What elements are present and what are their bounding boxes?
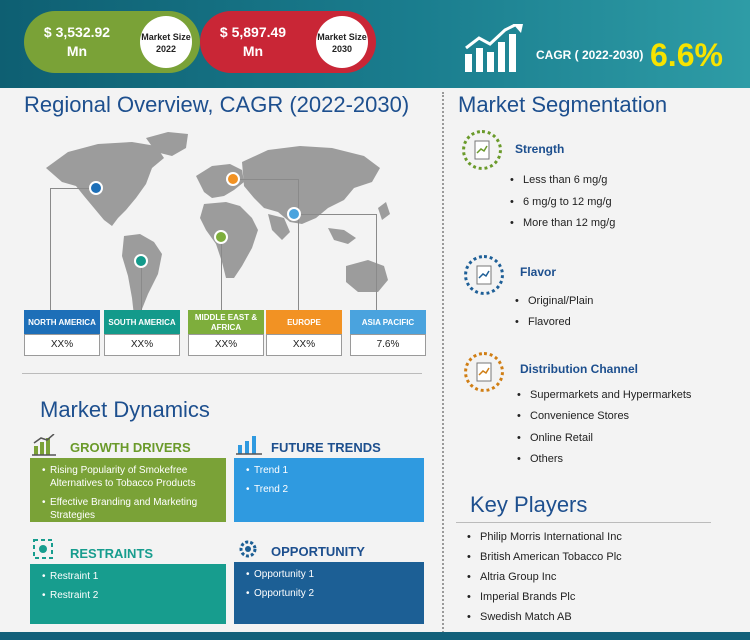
market-segmentation-title: Market Segmentation [458, 92, 668, 117]
region-name: MIDDLE EAST & AFRICA [188, 310, 264, 334]
regional-overview-title: Regional Overview, CAGR (2022-2030) [24, 92, 410, 117]
segment-item: Flavored [515, 316, 571, 328]
restraints-heading: RESTRAINTS [70, 546, 154, 561]
leader-line [376, 214, 377, 310]
region-value: XX% [188, 334, 264, 356]
cagr-label: CAGR ( 2022-2030) [536, 48, 644, 62]
segment-item: Others [517, 453, 563, 465]
future-trend-item: Trend 2 [246, 483, 416, 496]
region-north-america: NORTH AMERICA XX% [24, 310, 100, 356]
leader-line [298, 179, 299, 310]
region-asia-pacific: ASIA PACIFIC 7.6% [350, 310, 426, 356]
opportunity-heading: OPPORTUNITY [271, 544, 365, 559]
opportunity-item: Opportunity 2 [246, 587, 416, 600]
future-trends-box: Trend 1 Trend 2 [234, 458, 424, 522]
segment-item: Original/Plain [515, 295, 594, 307]
future-trend-item: Trend 1 [246, 464, 416, 477]
segment-item: Convenience Stores [517, 410, 629, 422]
market-size-2030-value: $ 5,897.49 Mn [219, 24, 287, 59]
market-size-2022-pill: $ 3,532.92 Mn Market Size 2022 [24, 11, 200, 73]
world-map [46, 132, 390, 316]
market-size-2022-value: $ 3,532.92 Mn [43, 24, 111, 59]
north-america-marker [89, 181, 103, 195]
market-size-2022-label: Market Size 2022 [140, 16, 192, 68]
segment-item: Less than 6 mg/g [510, 174, 607, 186]
leader-line [221, 237, 222, 310]
cagr-value: 6.6% [650, 37, 723, 73]
header-banner: $ 3,532.92 Mn Market Size 2022 $ 5,897.4… [0, 0, 750, 88]
region-europe: EUROPE XX% [266, 310, 342, 356]
footer-bar [0, 632, 750, 640]
key-player-item: Philip Morris International Inc [467, 531, 622, 543]
region-name: EUROPE [266, 310, 342, 334]
region-south-america: SOUTH AMERICA XX% [104, 310, 180, 356]
growth-drivers-box: Rising Popularity of Smokefree Alternati… [30, 458, 226, 522]
europe-marker [226, 172, 240, 186]
section-divider [22, 373, 422, 374]
region-value: XX% [104, 334, 180, 356]
key-players-divider [456, 522, 711, 523]
region-value: XX% [24, 334, 100, 356]
middle-east-africa-marker [214, 230, 228, 244]
key-player-item: British American Tobacco Plc [467, 551, 622, 563]
opportunity-box: Opportunity 1 Opportunity 2 [234, 562, 424, 624]
restraint-item: Restraint 1 [42, 570, 218, 583]
asia-pacific-marker [287, 207, 301, 221]
column-divider [442, 92, 444, 637]
key-player-item: Altria Group Inc [467, 571, 556, 583]
gear-icon [239, 540, 257, 558]
restraint-icon [33, 539, 53, 559]
segment-item: Supermarkets and Hypermarkets [517, 389, 691, 401]
market-size-2030-pill: $ 5,897.49 Mn Market Size 2030 [200, 11, 376, 73]
segment-title-flavor: Flavor [520, 265, 557, 279]
document-chart-icon [464, 352, 504, 392]
restraint-item: Restraint 2 [42, 589, 218, 602]
leader-line [294, 214, 376, 215]
segment-title-distribution-channel: Distribution Channel [520, 362, 638, 376]
segment-item: More than 12 mg/g [510, 217, 615, 229]
document-chart-icon [464, 255, 504, 295]
growth-chart-icon [465, 24, 523, 72]
region-value: 7.6% [350, 334, 426, 356]
document-chart-icon [462, 130, 502, 170]
restraints-box: Restraint 1 Restraint 2 [30, 564, 226, 624]
region-name: NORTH AMERICA [24, 310, 100, 334]
market-dynamics-title: Market Dynamics [40, 397, 210, 422]
leader-line [233, 179, 298, 180]
growth-driver-item: Rising Popularity of Smokefree Alternati… [42, 464, 218, 490]
leader-line [50, 188, 51, 310]
south-america-marker [134, 254, 148, 268]
key-players-title: Key Players [470, 492, 588, 517]
market-size-2030-label: Market Size 2030 [316, 16, 368, 68]
region-name: SOUTH AMERICA [104, 310, 180, 334]
segment-item: Online Retail [517, 432, 593, 444]
region-value: XX% [266, 334, 342, 356]
growth-driver-item: Effective Branding and Marketing Strateg… [42, 496, 218, 522]
bar-chart-icon [32, 434, 56, 456]
future-trends-heading: FUTURE TRENDS [271, 440, 381, 455]
segment-title-strength: Strength [515, 142, 565, 156]
growth-drivers-heading: GROWTH DRIVERS [70, 440, 191, 455]
opportunity-item: Opportunity 1 [246, 568, 416, 581]
trends-icon [236, 436, 262, 455]
leader-line [141, 261, 142, 310]
key-player-item: Swedish Match AB [467, 611, 572, 623]
segment-item: 6 mg/g to 12 mg/g [510, 196, 612, 208]
region-name: ASIA PACIFIC [350, 310, 426, 334]
region-middle-east-africa: MIDDLE EAST & AFRICA XX% [188, 310, 264, 356]
key-player-item: Imperial Brands Plc [467, 591, 575, 603]
